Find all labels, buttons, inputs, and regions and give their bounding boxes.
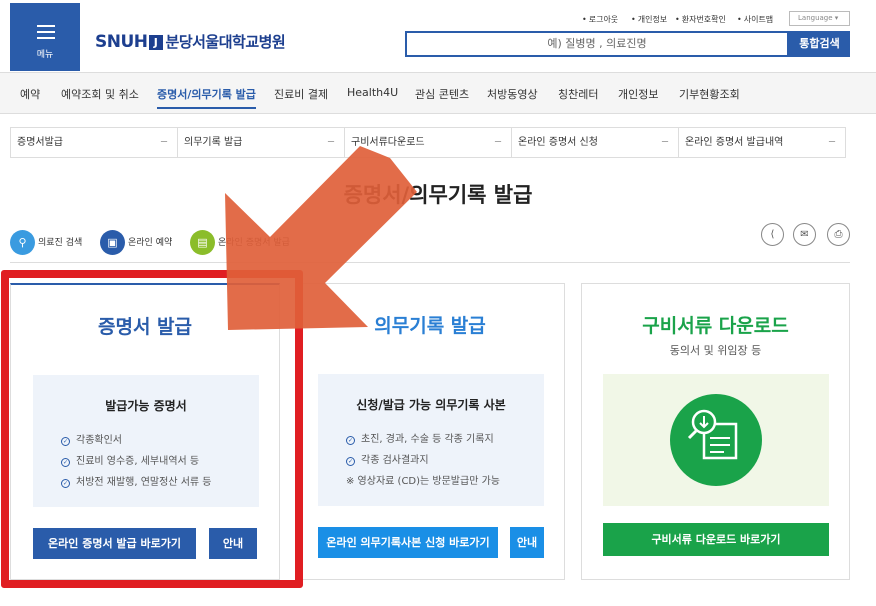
divider — [10, 262, 850, 263]
subnav-label: 구비서류다운로드 — [351, 137, 425, 148]
record-info-box: 신청/발급 가능 의무기록 사본 ✓ 초진, 경과, 수술 등 각종 기록지 ✓ 각… — [318, 374, 544, 506]
docs-info-box — [603, 374, 829, 506]
minus-icon: ─ — [160, 137, 167, 148]
download-document-icon — [670, 394, 762, 486]
util-sitemap[interactable]: 사이트맵 — [737, 14, 773, 25]
language-select[interactable]: Language ▾ — [789, 11, 850, 26]
menu-label: 메뉴 — [36, 50, 54, 60]
check-icon: ✓ — [346, 457, 355, 466]
hospital-logo[interactable]: SNUH J 분당서울대학교병원 — [95, 31, 286, 52]
subnav-label: 증명서발급 — [17, 137, 63, 148]
minus-icon: ─ — [494, 137, 501, 148]
nav-payment[interactable]: 진료비 결제 — [274, 86, 328, 102]
search-input[interactable]: 예) 질병명 , 의료진명 — [405, 31, 789, 57]
nav-reservation-cancel[interactable]: 예약조회 및 취소 — [61, 86, 139, 102]
minus-icon: ─ — [828, 137, 835, 148]
print-icon[interactable]: ⎙ — [827, 223, 850, 246]
subnav-label: 의무기록 발급 — [184, 137, 243, 148]
subnav-label: 온라인 증명서 신청 — [518, 137, 598, 148]
util-patient-number[interactable]: 환자번호확인 — [675, 14, 726, 25]
caret-down-icon: ▾ — [834, 14, 839, 22]
document-icon: ▤ — [190, 230, 215, 255]
docs-download-button[interactable]: 구비서류 다운로드 바로가기 — [603, 523, 829, 556]
nav-donation[interactable]: 기부현황조회 — [679, 86, 740, 102]
nav-health4u[interactable]: Health4U — [347, 86, 398, 99]
quick-link-label: 의료진 검색 — [38, 238, 83, 248]
language-label: Language — [798, 14, 833, 22]
nav-video[interactable]: 처방동영상 — [487, 86, 538, 102]
hamburger-icon — [37, 25, 55, 39]
docs-card: 구비서류 다운로드 동의서 및 위임장 등 구비서류 다운로드 바로가기 — [581, 283, 850, 580]
check-icon: ✓ — [346, 436, 355, 445]
record-card: 의무기록 발급 신청/발급 가능 의무기록 사본 ✓ 초진, 경과, 수술 등 각… — [295, 283, 565, 580]
util-privacy[interactable]: 개인정보 — [631, 14, 667, 25]
box-title: 신청/발급 가능 의무기록 사본 — [356, 398, 506, 412]
mail-icon[interactable]: ✉ — [793, 223, 816, 246]
calendar-icon: ▣ — [100, 230, 125, 255]
quick-online-reservation[interactable]: ▣ 온라인 예약 — [100, 230, 172, 256]
subnav-online-history[interactable]: 온라인 증명서 발급내역 ─ — [678, 127, 846, 158]
logo-ko: 분당서울대학교병원 — [165, 33, 286, 51]
card-title: 의무기록 발급 — [374, 315, 486, 337]
online-record-button[interactable]: 온라인 의무기록사본 신청 바로가기 — [318, 527, 498, 558]
menu-button[interactable]: 메뉴 — [10, 3, 80, 71]
nav-praise[interactable]: 칭찬레터 — [558, 86, 598, 102]
nav-reservation[interactable]: 예약 — [20, 86, 40, 102]
quick-link-label: 온라인 증명서 발급 — [218, 238, 290, 248]
card-title: 구비서류 다운로드 — [642, 315, 789, 337]
search-icon: ⚲ — [10, 230, 35, 255]
subnav-docs[interactable]: 구비서류다운로드 ─ — [344, 127, 512, 158]
subnav-online-apply[interactable]: 온라인 증명서 신청 ─ — [511, 127, 679, 158]
quick-link-label: 온라인 예약 — [128, 238, 173, 248]
subnav-label: 온라인 증명서 발급내역 — [685, 137, 784, 148]
logo-mark-icon: J — [148, 35, 163, 50]
quick-doctor-search[interactable]: ⚲ 의료진 검색 — [10, 230, 82, 256]
page-title: 증명서/의무기록 발급 — [343, 183, 533, 207]
share-icon[interactable]: ⟨ — [761, 223, 784, 246]
record-guide-button[interactable]: 안내 — [510, 527, 544, 558]
nav-certificate[interactable]: 증명서/의무기록 발급 — [157, 86, 256, 109]
minus-icon: ─ — [327, 137, 334, 148]
list-item: ✓ 초진, 경과, 수술 등 각종 기록지 — [346, 434, 494, 445]
nav-personal-info[interactable]: 개인정보 — [618, 86, 658, 102]
subnav-record[interactable]: 의무기록 발급 ─ — [177, 127, 345, 158]
quick-online-certificate[interactable]: ▤ 온라인 증명서 발급 — [190, 230, 290, 256]
note: ※ 영상자료 (CD)는 방문발급만 가능 — [346, 476, 500, 487]
util-logout[interactable]: 로그아웃 — [582, 14, 618, 25]
card-subtitle: 동의서 및 위임장 등 — [669, 344, 762, 357]
nav-interest[interactable]: 관심 콘텐츠 — [415, 86, 469, 102]
subnav-certificate[interactable]: 증명서발급 ─ — [10, 127, 178, 158]
list-item: ✓ 각종 검사결과지 — [346, 455, 429, 466]
highlight-frame — [1, 270, 303, 588]
minus-icon: ─ — [661, 137, 668, 148]
search-button[interactable]: 통합검색 — [789, 31, 850, 57]
logo-en: SNUH — [95, 32, 148, 52]
